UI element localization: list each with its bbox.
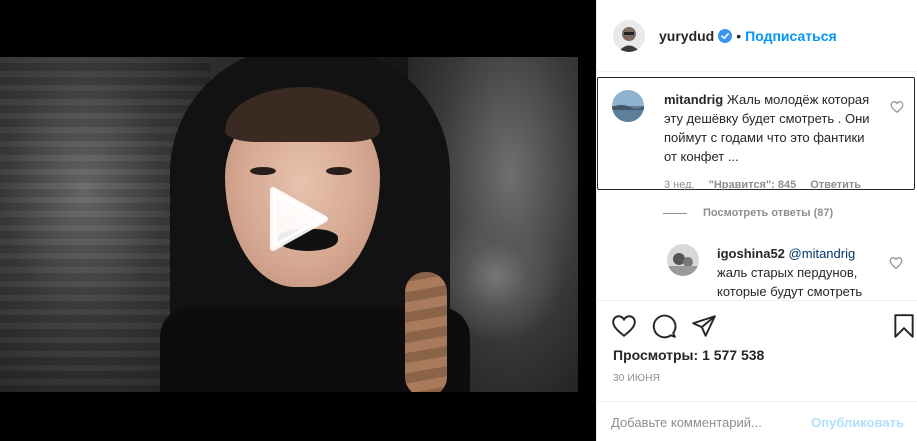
reply-button[interactable]: Ответить bbox=[810, 179, 861, 191]
reply-avatar[interactable] bbox=[667, 244, 699, 276]
comment-username[interactable]: mitandrig bbox=[664, 92, 723, 107]
reply-text-block: igoshina52 @mitandrig жаль старых пердун… bbox=[717, 244, 882, 300]
header-separator: • bbox=[736, 27, 742, 44]
comment-time[interactable]: 3 нед. bbox=[664, 179, 695, 191]
post-media bbox=[0, 0, 596, 441]
post-side-panel: yurydud • Подписаться mitandrig Жаль мол… bbox=[596, 0, 917, 441]
reply-body: жаль старых пердунов, которые будут смот… bbox=[717, 265, 863, 299]
post-date[interactable]: 30 июня bbox=[613, 373, 660, 384]
reply-username[interactable]: igoshina52 bbox=[717, 246, 785, 261]
comment-meta: 3 нед. "Нравится": 845 Ответить bbox=[664, 179, 861, 191]
reply-like-heart-icon[interactable] bbox=[889, 256, 903, 270]
publish-button[interactable]: Опубликовать bbox=[811, 415, 904, 430]
heart-icon[interactable] bbox=[611, 313, 637, 339]
view-replies-label: Посмотреть ответы (87) bbox=[703, 207, 834, 219]
reply-mention[interactable]: @mitandrig bbox=[789, 246, 856, 261]
author-username[interactable]: yurydud bbox=[659, 28, 714, 44]
comment-input[interactable] bbox=[611, 414, 812, 430]
play-icon[interactable] bbox=[265, 186, 331, 252]
comment-item: mitandrig Жаль молодёж которая эту дешёв… bbox=[597, 77, 915, 191]
bookmark-icon[interactable] bbox=[891, 313, 917, 339]
views-label: Просмотры: bbox=[613, 347, 699, 363]
post-header: yurydud • Подписаться bbox=[597, 0, 917, 72]
comment-icon[interactable] bbox=[651, 313, 677, 339]
comment-likes[interactable]: "Нравится": 845 bbox=[709, 179, 797, 191]
follow-button[interactable]: Подписаться bbox=[745, 28, 837, 44]
views-count[interactable]: Просмотры: 1 577 538 bbox=[613, 347, 764, 363]
commenter-avatar[interactable] bbox=[612, 90, 644, 122]
view-replies-button[interactable]: Посмотреть ответы (87) bbox=[663, 207, 833, 219]
reply-item: igoshina52 @mitandrig жаль старых пердун… bbox=[667, 244, 917, 300]
views-number: 1 577 538 bbox=[702, 347, 765, 363]
view-replies-line bbox=[663, 212, 687, 214]
comments-list[interactable]: mitandrig Жаль молодёж которая эту дешёв… bbox=[597, 73, 917, 300]
author-avatar[interactable] bbox=[613, 19, 645, 52]
post-actions: Просмотры: 1 577 538 30 июня Опубликоват… bbox=[597, 300, 917, 440]
comment-like-heart-icon[interactable] bbox=[890, 100, 904, 114]
verified-badge-icon bbox=[718, 28, 733, 43]
add-comment-form: Опубликовать bbox=[597, 401, 917, 441]
share-icon[interactable] bbox=[691, 313, 717, 339]
comment-text-block: mitandrig Жаль молодёж которая эту дешёв… bbox=[664, 90, 872, 166]
